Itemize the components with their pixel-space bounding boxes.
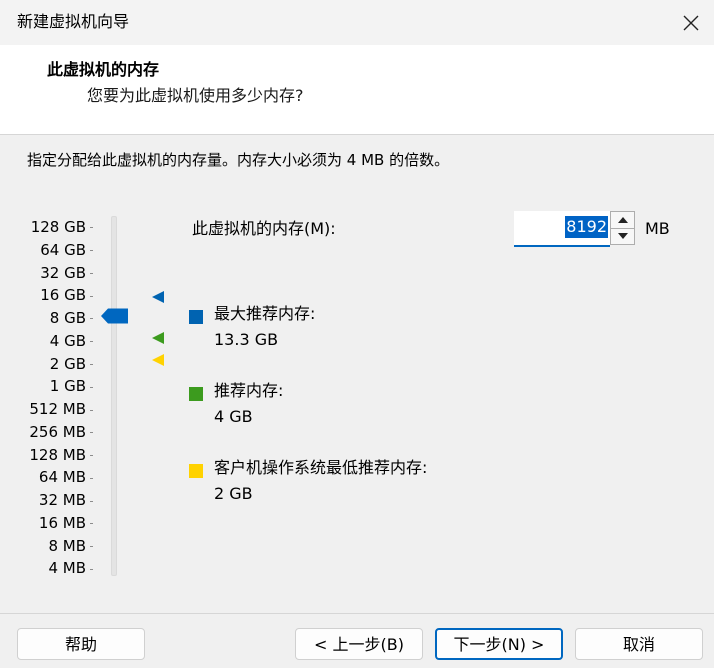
scale-label: 512 MB <box>0 398 95 421</box>
max-recommended-value: 13.3 GB <box>214 330 279 349</box>
memory-spinner: 8192 <box>514 211 637 247</box>
page-subtitle: 您要为此虚拟机使用多少内存? <box>87 86 304 105</box>
scale-label: 8 MB <box>0 535 95 558</box>
help-button[interactable]: 帮助 <box>17 628 145 660</box>
page-title: 此虚拟机的内存 <box>47 60 160 79</box>
recommended-marker <box>152 332 164 344</box>
back-button[interactable]: < 上一步(B) <box>295 628 423 660</box>
footer-divider <box>0 613 714 614</box>
memory-slider-track[interactable] <box>111 216 117 576</box>
scale-label: 2 GB <box>0 353 95 376</box>
scale-label: 1 GB <box>0 375 95 398</box>
recommended-label: 推荐内存: <box>214 381 284 400</box>
recommended-value: 4 GB <box>214 407 253 426</box>
scale-label: 256 MB <box>0 421 95 444</box>
spin-up-button[interactable] <box>611 212 634 229</box>
scale-label: 64 MB <box>0 466 95 489</box>
memory-label: 此虚拟机的内存(M): <box>192 219 336 238</box>
window-title: 新建虚拟机向导 <box>17 12 130 31</box>
scale-label: 8 GB <box>0 307 95 330</box>
close-icon <box>683 15 699 30</box>
minimum-color-swatch <box>189 464 203 478</box>
recommended-color-swatch <box>189 387 203 401</box>
scale-label: 128 GB <box>0 216 95 239</box>
memory-slider-thumb[interactable] <box>101 308 128 324</box>
cancel-button[interactable]: 取消 <box>575 628 703 660</box>
arrow-down-icon <box>617 233 628 239</box>
memory-input[interactable]: 8192 <box>514 211 610 247</box>
memory-stepper <box>610 211 635 245</box>
minimum-recommended-label: 客户机操作系统最低推荐内存: <box>214 458 428 477</box>
max-color-swatch <box>189 310 203 324</box>
wizard-header: 此虚拟机的内存 您要为此虚拟机使用多少内存? <box>0 45 714 135</box>
scale-label: 4 GB <box>0 330 95 353</box>
scale-label: 32 GB <box>0 262 95 285</box>
minimum-recommended-marker <box>152 354 164 366</box>
memory-value: 8192 <box>565 216 608 238</box>
arrow-up-icon <box>617 217 628 223</box>
scale-label: 16 MB <box>0 512 95 535</box>
scale-label: 128 MB <box>0 444 95 467</box>
scale-label: 4 MB <box>0 557 95 580</box>
max-recommended-label: 最大推荐内存: <box>214 304 316 323</box>
spin-down-button[interactable] <box>611 228 634 244</box>
memory-unit: MB <box>645 219 670 238</box>
instruction-text: 指定分配给此虚拟机的内存量。内存大小必须为 4 MB 的倍数。 <box>27 151 450 169</box>
minimum-recommended-value: 2 GB <box>214 484 253 503</box>
scale-label: 64 GB <box>0 239 95 262</box>
scale-label: 32 MB <box>0 489 95 512</box>
next-button[interactable]: 下一步(N) > <box>435 628 563 660</box>
new-vm-wizard-dialog: 新建虚拟机向导 此虚拟机的内存 您要为此虚拟机使用多少内存? 指定分配给此虚拟机… <box>0 0 714 668</box>
title-bar: 新建虚拟机向导 <box>0 0 714 45</box>
scale-label: 16 GB <box>0 284 95 307</box>
memory-scale-labels: 128 GB 64 GB 32 GB 16 GB 8 GB 4 GB 2 GB 1 GB 512… <box>0 216 95 580</box>
max-recommended-marker <box>152 291 164 303</box>
close-button[interactable] <box>668 0 714 45</box>
